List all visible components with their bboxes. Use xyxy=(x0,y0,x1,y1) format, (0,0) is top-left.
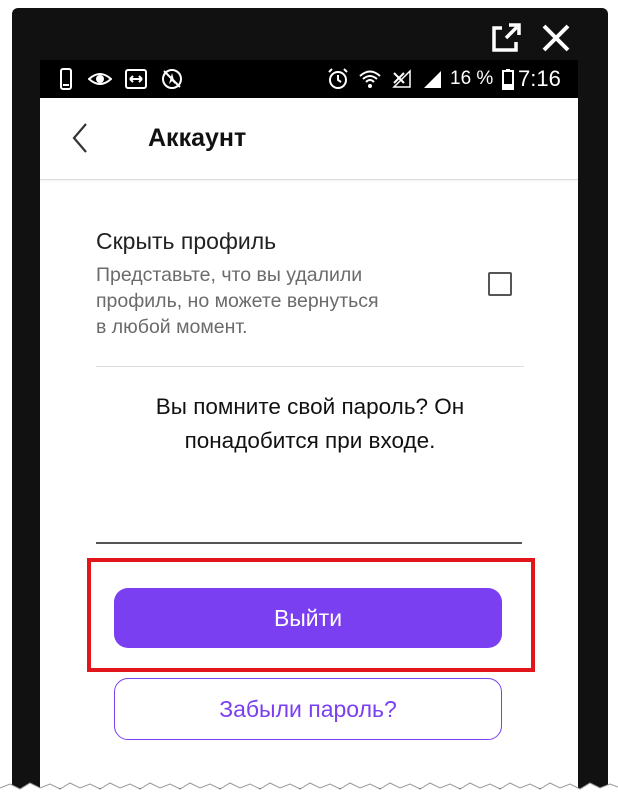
battery-icon xyxy=(496,67,520,91)
screen-cast-icon xyxy=(124,67,148,91)
hide-profile-setting[interactable]: Скрыть профиль Представьте, что вы удали… xyxy=(96,226,526,338)
app-bar: Аккаунт xyxy=(40,98,578,180)
battery-percent: 16 % xyxy=(450,68,494,89)
open-external-icon[interactable] xyxy=(488,20,524,56)
hide-profile-title: Скрыть профиль xyxy=(96,228,277,254)
eye-icon xyxy=(88,67,112,91)
password-field[interactable] xyxy=(96,508,522,544)
window-toolbar xyxy=(12,8,608,64)
torn-edge xyxy=(0,778,618,808)
app-screen: Аккаунт Скрыть профиль Представьте, что … xyxy=(40,98,578,788)
description-line: Представьте, что вы удалили xyxy=(96,264,363,286)
clock: 7:16 xyxy=(518,66,561,91)
prompt-line: Вы помните свой пароль? Он xyxy=(155,394,465,419)
logout-button[interactable]: Выйти xyxy=(114,588,502,648)
wifi-icon xyxy=(358,67,382,91)
password-prompt: Вы помните свой пароль? Он понадобится п… xyxy=(60,390,560,458)
description-line: профиль, но можете вернуться xyxy=(96,290,379,312)
status-bar: 16 % 7:16 xyxy=(40,60,578,98)
signal-off-icon xyxy=(390,67,414,91)
divider xyxy=(96,366,524,367)
hide-profile-checkbox[interactable] xyxy=(488,272,512,296)
alarm-icon xyxy=(326,67,350,91)
chevron-left-icon[interactable] xyxy=(66,118,96,158)
location-off-icon xyxy=(160,67,184,91)
close-icon[interactable] xyxy=(538,20,574,56)
description-line: в любой момент. xyxy=(96,316,248,338)
forgot-password-button[interactable]: Забыли пароль? xyxy=(114,678,502,740)
page-title: Аккаунт xyxy=(148,124,247,152)
prompt-line: понадобится при входе. xyxy=(184,428,436,453)
signal-icon xyxy=(420,67,444,91)
hide-profile-description: Представьте, что вы удалили профиль, но … xyxy=(96,262,456,340)
phone-icon xyxy=(54,67,78,91)
